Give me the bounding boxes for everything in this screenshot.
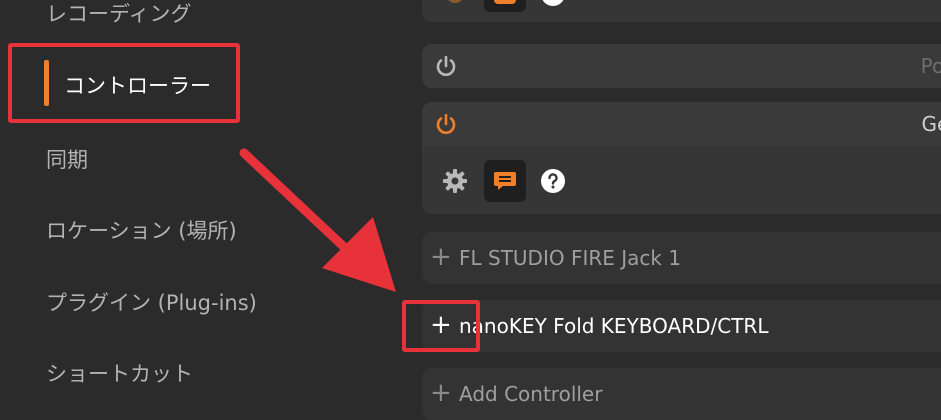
controllers-list: Pola Gen (400, 0, 941, 420)
controller-label: nanoKEY Fold KEYBOARD/CTRL (459, 314, 769, 338)
power-icon[interactable] (434, 54, 458, 78)
gear-icon[interactable] (442, 0, 468, 8)
sidebar-item-recording[interactable]: レコーディング (46, 0, 192, 28)
panel-name: Pola (920, 54, 941, 78)
add-controller-nanokey-fold[interactable]: + nanoKEY Fold KEYBOARD/CTRL (422, 300, 941, 352)
highlight-box-controllers (8, 43, 240, 123)
add-controller-fl-studio-fire[interactable]: + FL STUDIO FIRE Jack 1 (422, 232, 941, 284)
help-icon[interactable] (540, 0, 566, 8)
controller-panel-gen: Gen (422, 102, 941, 214)
panel-name: Gen (921, 112, 941, 136)
add-controller-label: Add Controller (459, 382, 603, 406)
chat-icon[interactable] (484, 0, 526, 12)
help-icon[interactable] (540, 168, 566, 194)
chat-button[interactable] (484, 160, 526, 202)
power-icon[interactable] (434, 112, 458, 136)
plus-icon: + (430, 378, 452, 408)
panel-header[interactable]: Gen (422, 102, 941, 146)
panel-header[interactable]: Pola (422, 44, 941, 88)
sidebar-item-shortcuts[interactable]: ショートカット (46, 358, 193, 388)
plus-icon: + (430, 242, 452, 272)
chat-icon (494, 172, 516, 190)
sidebar-item-locations[interactable]: ロケーション (場所) (46, 215, 237, 245)
sidebar-item-sync[interactable]: 同期 (46, 144, 88, 174)
controller-panel-pola: Pola (422, 44, 941, 88)
add-controller-button[interactable]: + Add Controller (422, 368, 941, 420)
top-panel-remnant (422, 0, 941, 22)
gear-icon[interactable] (442, 168, 468, 194)
controller-label: FL STUDIO FIRE Jack 1 (459, 246, 682, 270)
sidebar-item-plugins[interactable]: プラグイン (Plug-ins) (46, 287, 257, 317)
highlight-box-plus (402, 300, 480, 352)
